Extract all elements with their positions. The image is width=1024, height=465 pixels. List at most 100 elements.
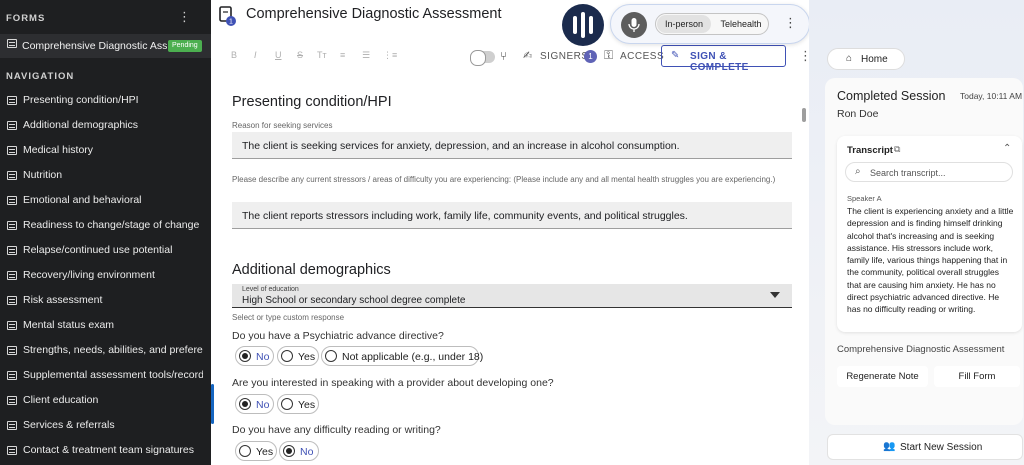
microphone-button[interactable] [621, 12, 647, 38]
sidebar-item-label: Additional demographics [23, 119, 138, 131]
section-icon [7, 371, 17, 380]
q2-radio-no[interactable]: No [235, 394, 274, 414]
forms-more-icon[interactable]: ⋮ [178, 9, 191, 25]
sidebar-item-11[interactable]: Supplemental assessment tools/records [0, 363, 211, 388]
education-select[interactable]: Level of education High School or second… [232, 284, 792, 308]
signers-icon[interactable]: ✍ [523, 49, 532, 62]
radio-label: Yes [298, 351, 316, 363]
workflow-icon[interactable]: ⑂ [500, 49, 507, 63]
editor-toolbar: B I U S Tт ≡ ☰ ⋮≡ ⑂ ✍ SIGNERS 1 ⚿ ACCESS… [221, 44, 812, 73]
q1-radio-no[interactable]: No [235, 346, 274, 366]
sidebar-item-label: Recovery/living environment [23, 269, 155, 281]
note-template-label: Comprehensive Diagnostic Assessment [837, 344, 1005, 355]
sidebar-item-14[interactable]: Contact & treatment team signatures [0, 438, 211, 463]
signature-icon [7, 446, 17, 455]
sidebar-item-6[interactable]: Relapse/continued use potential [0, 238, 211, 263]
sidebar-item-5[interactable]: Readiness to change/stage of change [0, 213, 211, 238]
more-options-icon[interactable]: ⋮ [784, 15, 797, 31]
access-label[interactable]: ACCESS [620, 51, 664, 62]
session-mode-toggle: In-person Telehealth [655, 13, 769, 35]
regenerate-note-button[interactable]: Regenerate Note [837, 366, 928, 387]
fill-form-button[interactable]: Fill Form [934, 366, 1020, 387]
question-provider: Are you interested in speaking with a pr… [232, 377, 554, 389]
chevron-up-icon[interactable]: ⌃ [1003, 143, 1011, 154]
sign-button-label: SIGN & COMPLETE [690, 51, 749, 73]
reason-field[interactable]: The client is seeking services for anxie… [232, 132, 792, 159]
sidebar-item-10[interactable]: Strengths, needs, abilities, and prefere… [0, 338, 211, 363]
bullet-list-button[interactable]: ☰ [362, 50, 370, 61]
stressors-value: The client reports stressors including w… [242, 210, 688, 222]
strikethrough-button[interactable]: S [297, 50, 303, 60]
scrollbar[interactable] [802, 108, 806, 122]
sidebar-item-label: Medical history [23, 144, 94, 156]
q2-radio-yes[interactable]: Yes [277, 394, 319, 414]
start-new-session-button[interactable]: 👥 Start New Session [827, 434, 1023, 460]
home-button[interactable]: ⌂ Home [827, 48, 905, 70]
sidebar-item-4[interactable]: Emotional and behavioral [0, 188, 211, 213]
radio-icon [239, 445, 251, 457]
sidebar-item-label: Services & referrals [23, 419, 115, 431]
stressors-field[interactable]: The client reports stressors including w… [232, 202, 792, 229]
sidebar-item-7[interactable]: Recovery/living environment [0, 263, 211, 288]
sidebar-item-3[interactable]: Nutrition [0, 163, 211, 188]
client-name: Ron Doe [837, 108, 879, 120]
sidebar-item-0[interactable]: Presenting condition/HPI [0, 88, 211, 113]
key-icon[interactable]: ⚿ [604, 48, 613, 63]
education-label: Level of education [242, 286, 299, 293]
text-size-button[interactable]: Tт [317, 50, 327, 60]
radio-label: No [300, 446, 314, 458]
align-button[interactable]: ≡ [340, 50, 345, 60]
copy-icon[interactable]: ⧉ [894, 144, 900, 155]
sign-and-complete-button[interactable]: ✎ SIGN & COMPLETE [661, 45, 786, 73]
sidebar-item-2[interactable]: Medical history [0, 138, 211, 163]
q1-radio-yes[interactable]: Yes [277, 346, 319, 366]
mode-in-person-button[interactable]: In-person [657, 15, 711, 33]
italic-button[interactable]: I [254, 50, 257, 60]
mode-telehealth-button[interactable]: Telehealth [714, 15, 768, 33]
section-icon [7, 296, 17, 305]
edit-toggle[interactable] [470, 50, 495, 66]
signers-label[interactable]: SIGNERS [540, 51, 589, 62]
recorder-logo-icon[interactable] [562, 4, 604, 46]
active-form-label: Comprehensive Diagnostic Ass… [22, 40, 167, 52]
sidebar-item-label: Nutrition [23, 169, 63, 181]
sidebar-item-1[interactable]: Additional demographics [0, 113, 211, 138]
microphone-icon [628, 18, 640, 32]
search-placeholder: Search transcript... [870, 168, 946, 178]
sidebar-item-9[interactable]: Mental status exam [0, 313, 211, 338]
section-icon [7, 96, 17, 105]
radio-label: Yes [298, 399, 316, 411]
forms-heading: FORMS [6, 13, 46, 24]
signature-icon: ✎ [671, 50, 680, 61]
sidebar-active-form[interactable]: Comprehensive Diagnostic Ass… Pending [0, 34, 211, 58]
question-reading-writing: Do you have any difficulty reading or wr… [232, 424, 441, 436]
home-label: Home [861, 54, 888, 65]
sidebar-item-13[interactable]: Services & referrals [0, 413, 211, 438]
sidebar-item-label: Readiness to change/stage of change [23, 219, 200, 231]
sidebar-item-12[interactable]: Client education [0, 388, 211, 413]
numbered-list-button[interactable]: ⋮≡ [383, 50, 397, 61]
signers-count-badge: 1 [584, 50, 597, 63]
underline-button[interactable]: U [275, 50, 282, 60]
q3-radio-yes[interactable]: Yes [235, 441, 277, 461]
scroll-accent [211, 384, 214, 424]
section-title-hpi: Presenting condition/HPI [232, 94, 392, 110]
q3-radio-no[interactable]: No [279, 441, 319, 461]
section-icon [7, 246, 17, 255]
radio-label: Not applicable (e.g., under 18) [342, 351, 484, 363]
sidebar-item-label: Presenting condition/HPI [23, 94, 139, 106]
section-icon [7, 396, 17, 405]
radio-icon [283, 445, 295, 457]
sidebar: FORMS ⋮ Comprehensive Diagnostic Ass… Pe… [0, 0, 211, 465]
sidebar-item-8[interactable]: Risk assessment [0, 288, 211, 313]
form-body[interactable]: Presenting condition/HPI Reason for seek… [211, 72, 809, 465]
q1-radio-not-applicable[interactable]: Not applicable (e.g., under 18) [321, 346, 483, 366]
session-panel: ⌂ Home Completed Session Today, 10:11 AM… [809, 0, 1024, 465]
section-icon [7, 421, 17, 430]
sidebar-item-label: Mental status exam [23, 319, 115, 331]
form-icon-badge: 1 [229, 19, 233, 26]
bold-button[interactable]: B [231, 50, 237, 60]
radio-icon [239, 398, 251, 410]
transcript-search-input[interactable]: ⌕ Search transcript... [845, 162, 1013, 182]
radio-label: Yes [256, 446, 274, 458]
